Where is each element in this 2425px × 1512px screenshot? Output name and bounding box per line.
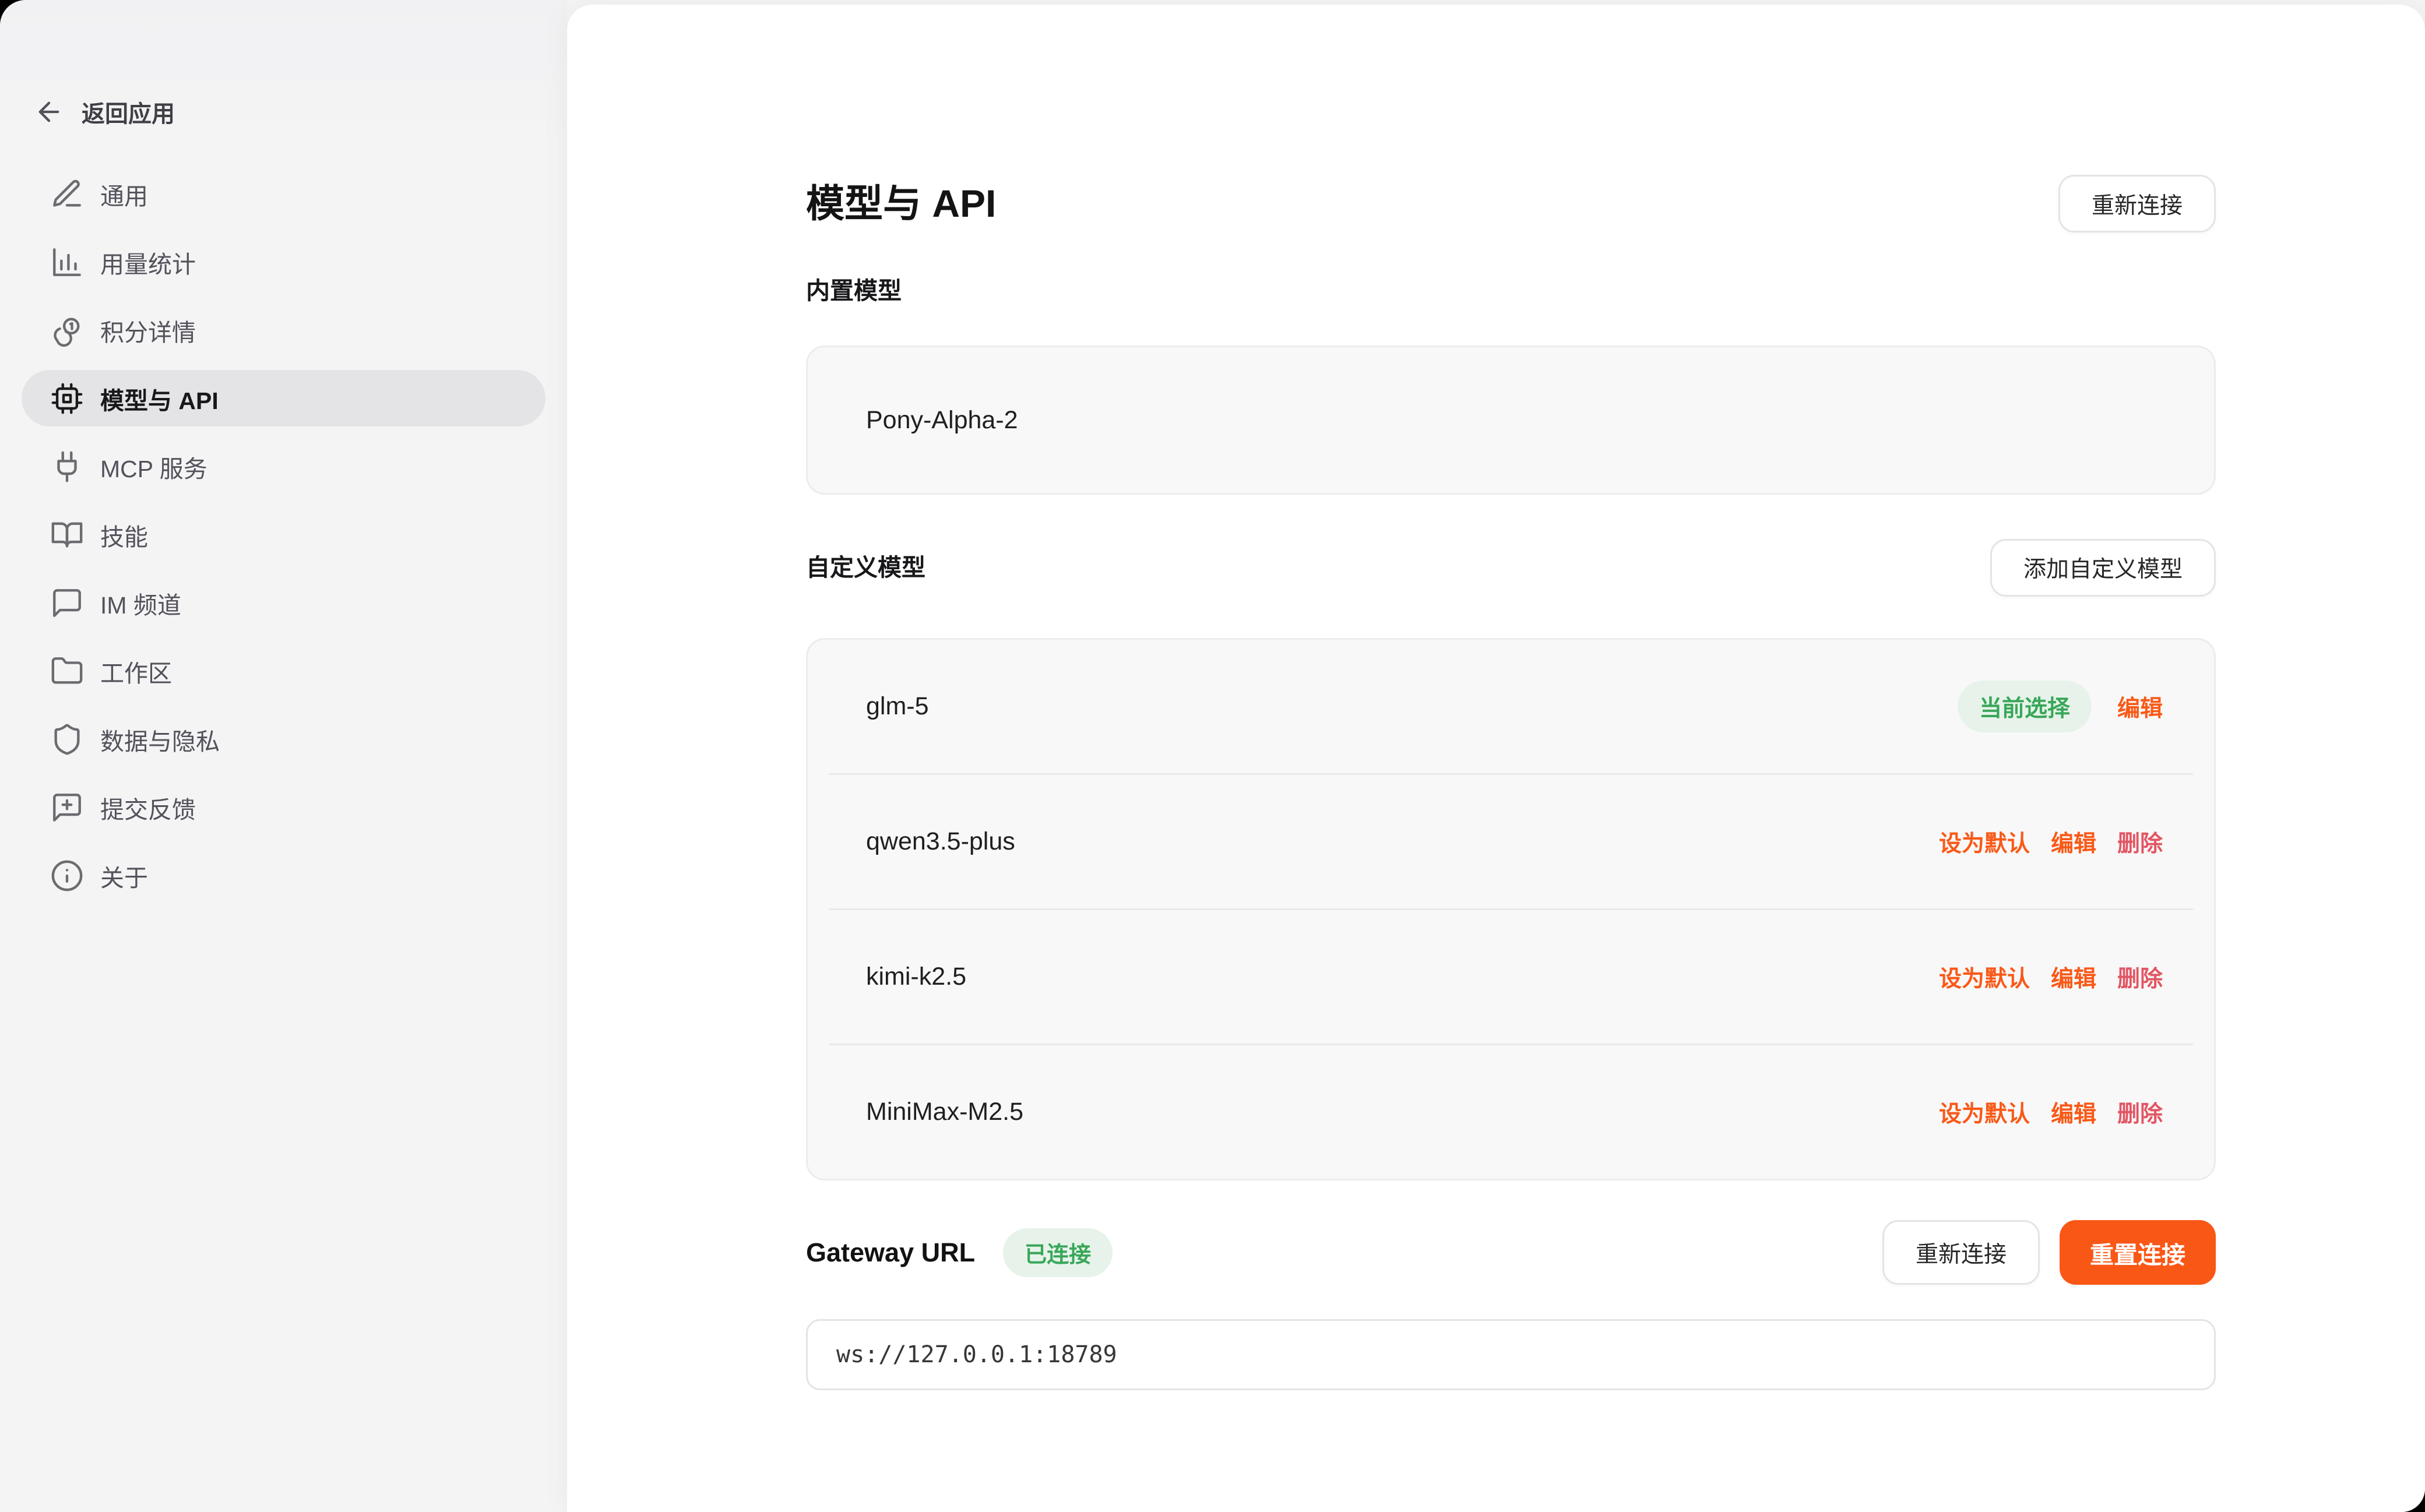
delete-action[interactable]: 删除 (2117, 1096, 2163, 1129)
sidebar-nav: 通用 用量统计 积分详情 模型与 API (0, 165, 567, 904)
back-to-app-button[interactable]: 返回应用 (34, 89, 567, 135)
sidebar-item-label: 模型与 API (100, 381, 219, 416)
builtin-models-label: 内置模型 (806, 277, 2216, 305)
reconnect-button[interactable]: 重新连接 (2058, 175, 2216, 232)
settings-sidebar: 返回应用 通用 用量统计 积分详情 (0, 0, 567, 1512)
delete-action[interactable]: 删除 (2117, 826, 2163, 858)
custom-models-label: 自定义模型 (806, 554, 925, 581)
custom-models-header: 自定义模型 添加自定义模型 (806, 539, 2216, 596)
model-row-actions: 设为默认 编辑 删除 (1918, 1096, 2163, 1129)
custom-models-list: glm-5 当前选择 编辑 qwen3.5-plus 设为默认 编辑 删除 (806, 638, 2216, 1180)
edit-action[interactable]: 编辑 (2051, 1096, 2096, 1129)
model-row-actions: 设为默认 编辑 删除 (1918, 826, 2163, 858)
sidebar-item-label: 关于 (100, 858, 148, 893)
pen-icon (50, 177, 84, 211)
info-icon (50, 859, 84, 893)
sidebar-item-label: IM 频道 (100, 586, 181, 621)
model-name: qwen3.5-plus (866, 827, 1918, 856)
sidebar-item-feedback[interactable]: 提交反馈 (22, 779, 545, 836)
sidebar-item-general[interactable]: 通用 (22, 165, 545, 222)
gateway-section-header: Gateway URL 已连接 重新连接 重置连接 (806, 1220, 2216, 1285)
sidebar-item-usage-stats[interactable]: 用量统计 (22, 234, 545, 290)
connected-status-badge: 已连接 (1003, 1228, 1113, 1277)
page-title: 模型与 API (806, 181, 996, 227)
arrow-left-icon (34, 97, 64, 127)
shield-icon (50, 722, 84, 756)
edit-action[interactable]: 编辑 (2051, 826, 2096, 858)
message-square-plus-icon (50, 791, 84, 824)
delete-action[interactable]: 删除 (2117, 961, 2163, 993)
cpu-icon (50, 382, 84, 415)
model-row: qwen3.5-plus 设为默认 编辑 删除 (808, 775, 2214, 908)
model-row: MiniMax-M2.5 设为默认 编辑 删除 (808, 1045, 2214, 1179)
back-label: 返回应用 (82, 95, 175, 129)
sidebar-item-workspace[interactable]: 工作区 (22, 643, 545, 699)
sidebar-item-label: 技能 (100, 517, 148, 552)
sidebar-item-label: 用量统计 (100, 245, 196, 280)
model-row: glm-5 当前选择 编辑 (808, 640, 2214, 773)
model-name: glm-5 (866, 692, 1958, 721)
set-default-action[interactable]: 设为默认 (1939, 961, 2030, 993)
page-header: 模型与 API 重新连接 (806, 5, 2216, 232)
sidebar-item-label: 通用 (100, 177, 148, 212)
sidebar-item-label: 数据与隐私 (100, 722, 220, 757)
set-default-action[interactable]: 设为默认 (1939, 826, 2030, 858)
coins-icon (50, 313, 84, 347)
plug-icon (50, 450, 84, 484)
message-square-icon (50, 586, 84, 620)
sidebar-item-mcp-services[interactable]: MCP 服务 (22, 438, 545, 495)
sidebar-item-about[interactable]: 关于 (22, 847, 545, 904)
sidebar-item-data-privacy[interactable]: 数据与隐私 (22, 711, 545, 767)
sidebar-item-label: 积分详情 (100, 313, 196, 348)
model-row: kimi-k2.5 设为默认 编辑 删除 (808, 910, 2214, 1044)
gateway-url-label: Gateway URL (806, 1238, 975, 1268)
gateway-reset-button[interactable]: 重置连接 (2060, 1220, 2216, 1285)
builtin-model-name: Pony-Alpha-2 (866, 406, 1018, 435)
sidebar-item-credits[interactable]: 积分详情 (22, 302, 545, 358)
set-default-action[interactable]: 设为默认 (1939, 1096, 2030, 1129)
edit-action[interactable]: 编辑 (2051, 961, 2096, 993)
model-name: MiniMax-M2.5 (866, 1098, 1918, 1126)
app-window: 返回应用 通用 用量统计 积分详情 (0, 0, 2425, 1512)
sidebar-item-im-channels[interactable]: IM 频道 (22, 575, 545, 631)
sidebar-item-label: 工作区 (100, 654, 172, 689)
book-open-icon (50, 518, 84, 552)
current-selection-badge: 当前选择 (1958, 681, 2092, 732)
model-name: kimi-k2.5 (866, 963, 1918, 991)
sidebar-item-skills[interactable]: 技能 (22, 506, 545, 563)
gateway-url-input[interactable] (806, 1319, 2216, 1390)
sidebar-item-label: MCP 服务 (100, 449, 207, 484)
add-custom-model-button[interactable]: 添加自定义模型 (1990, 539, 2216, 597)
gateway-reconnect-button[interactable]: 重新连接 (1882, 1220, 2040, 1285)
builtin-model-card: Pony-Alpha-2 (806, 346, 2216, 495)
main-panel: 模型与 API 重新连接 内置模型 Pony-Alpha-2 自定义模型 添加自… (567, 5, 2425, 1512)
folder-icon (50, 654, 84, 688)
edit-action[interactable]: 编辑 (2117, 690, 2163, 723)
model-row-actions: 当前选择 编辑 (1958, 681, 2163, 732)
model-row-actions: 设为默认 编辑 删除 (1918, 961, 2163, 993)
bar-chart-icon (50, 245, 84, 279)
sidebar-item-models-api[interactable]: 模型与 API (22, 370, 545, 427)
sidebar-item-label: 提交反馈 (100, 790, 196, 825)
